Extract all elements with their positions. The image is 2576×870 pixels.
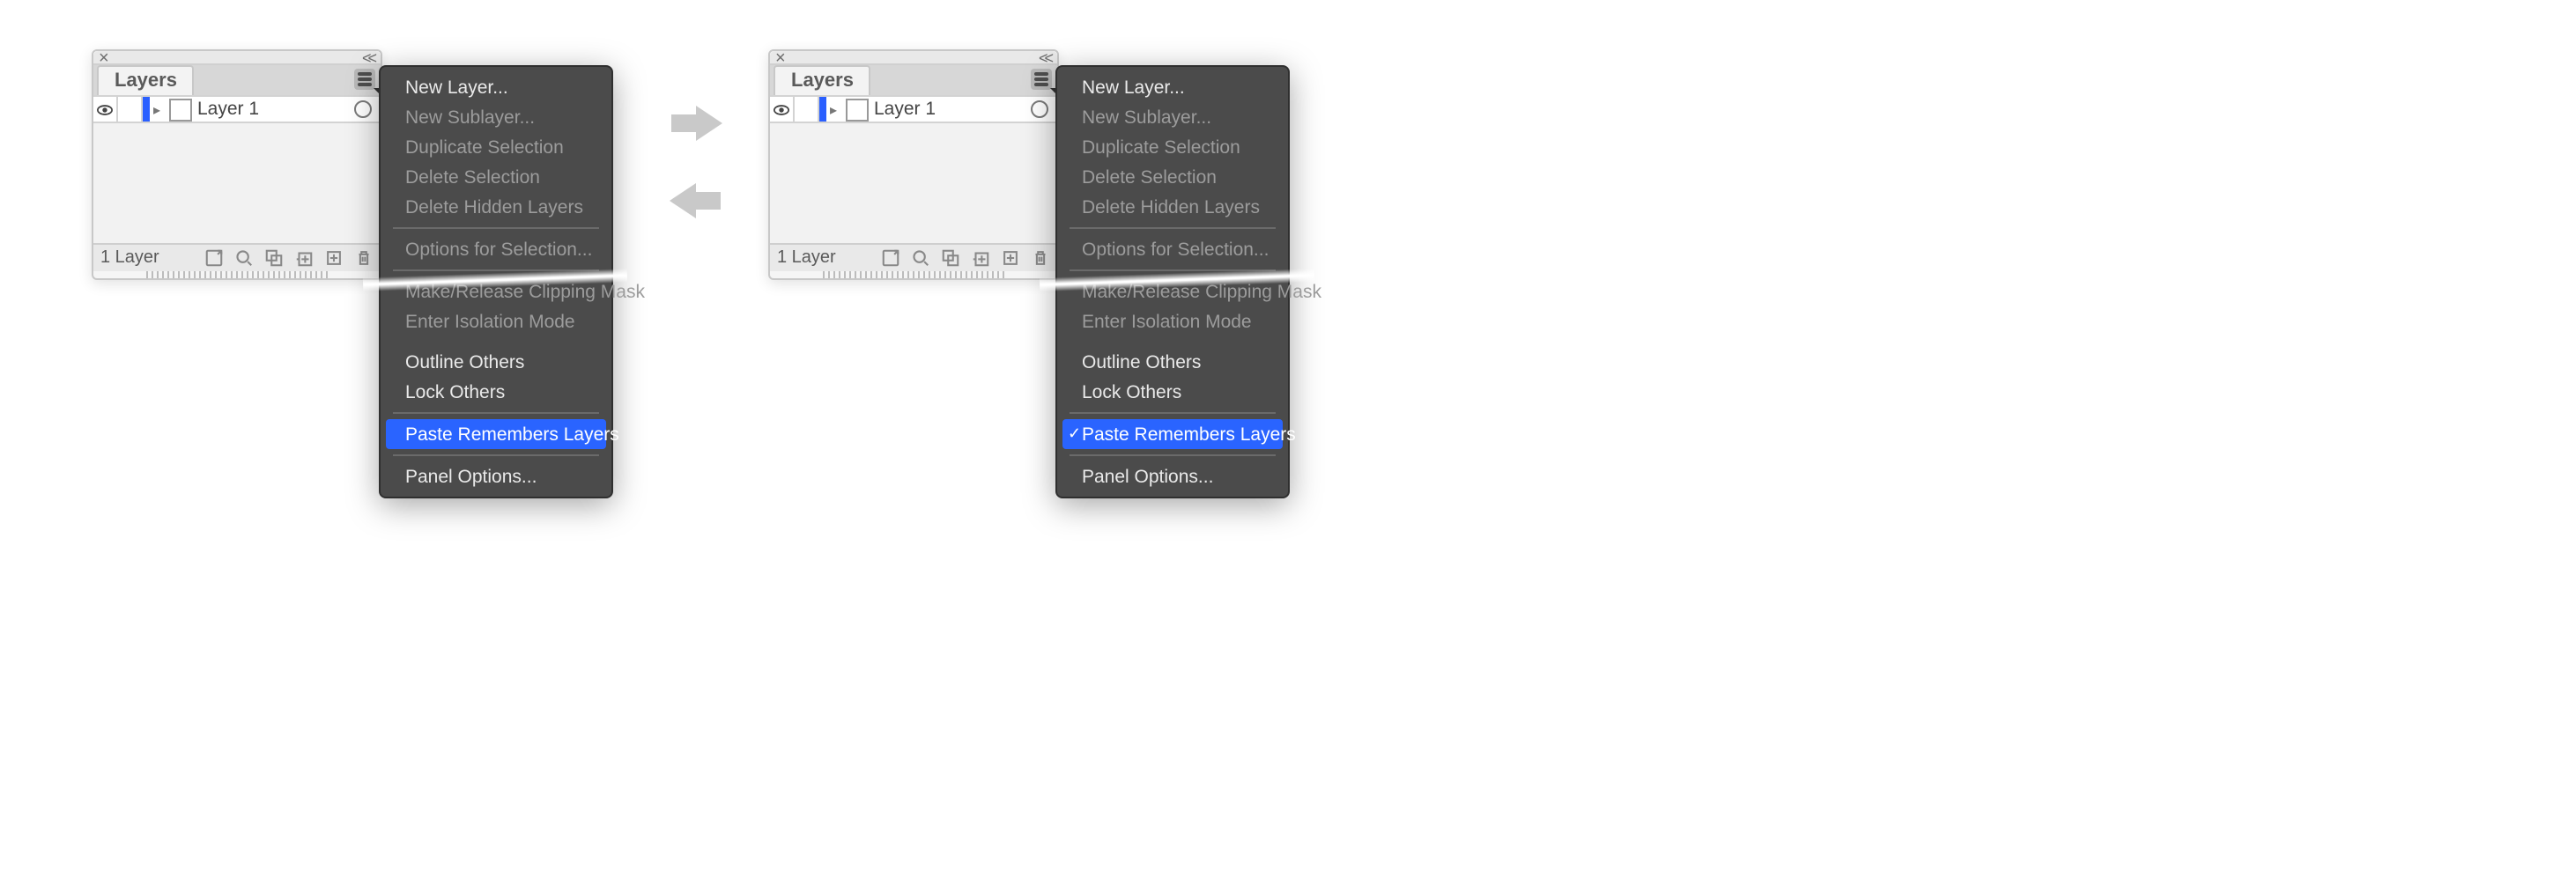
layer-color bbox=[143, 97, 150, 122]
panel-body bbox=[93, 123, 381, 243]
resize-grip[interactable] bbox=[146, 271, 328, 278]
expand-icon[interactable]: ▸ bbox=[826, 101, 840, 117]
tab-layers[interactable]: Layers bbox=[97, 65, 195, 95]
panel-titlebar[interactable]: × << bbox=[93, 51, 381, 65]
menu-new-sublayer: New Sublayer... bbox=[381, 102, 611, 132]
menu-paste-remembers-layers[interactable]: Paste Remembers Layers bbox=[386, 419, 606, 449]
layer-row[interactable]: ▸ Layer 1 bbox=[770, 95, 1057, 123]
layer-count: 1 Layer bbox=[100, 248, 194, 268]
menu-delete-hidden-layers: Delete Hidden Layers bbox=[1057, 192, 1288, 222]
locate-object-icon[interactable] bbox=[203, 247, 224, 269]
target-icon[interactable] bbox=[354, 100, 372, 118]
menu-lock-others[interactable]: Lock Others bbox=[381, 377, 611, 407]
layers-panel: × << Layers ▸ Layer 1 1 Layer bbox=[92, 49, 382, 280]
menu-separator bbox=[1070, 227, 1276, 229]
menu-new-layer[interactable]: New Layer... bbox=[381, 72, 611, 102]
check-icon: ✓ bbox=[1068, 424, 1081, 444]
new-layer-icon[interactable] bbox=[999, 247, 1020, 269]
collapse-icon[interactable]: << bbox=[362, 49, 374, 67]
tab-layers[interactable]: Layers bbox=[774, 65, 871, 95]
resize-grip[interactable] bbox=[823, 271, 1004, 278]
visibility-icon[interactable] bbox=[770, 97, 795, 122]
trash-icon[interactable] bbox=[1029, 247, 1050, 269]
panel-footer: 1 Layer bbox=[93, 243, 381, 271]
panel-menu-icon[interactable] bbox=[354, 69, 375, 90]
menu-separator bbox=[1070, 454, 1276, 456]
menu-separator bbox=[393, 454, 599, 456]
menu-delete-selection: Delete Selection bbox=[1057, 162, 1288, 192]
search-icon[interactable] bbox=[909, 247, 930, 269]
lock-column[interactable] bbox=[118, 97, 143, 122]
menu-options-for-selection: Options for Selection... bbox=[381, 234, 611, 264]
menu-panel-options[interactable]: Panel Options... bbox=[1057, 461, 1288, 491]
menu-delete-hidden-layers: Delete Hidden Layers bbox=[381, 192, 611, 222]
menu-delete-selection: Delete Selection bbox=[381, 162, 611, 192]
locate-object-icon[interactable] bbox=[879, 247, 900, 269]
layer-count: 1 Layer bbox=[777, 248, 870, 268]
visibility-icon[interactable] bbox=[93, 97, 118, 122]
search-icon[interactable] bbox=[233, 247, 254, 269]
menu-duplicate-selection: Duplicate Selection bbox=[381, 132, 611, 162]
menu-separator bbox=[393, 227, 599, 229]
panel-menu-icon[interactable] bbox=[1031, 69, 1052, 90]
menu-label: Paste Remembers Layers bbox=[1082, 424, 1296, 445]
menu-options-for-selection: Options for Selection... bbox=[1057, 234, 1288, 264]
clipping-mask-icon[interactable] bbox=[263, 247, 284, 269]
arrow-right-icon bbox=[696, 106, 722, 141]
target-icon[interactable] bbox=[1031, 100, 1048, 118]
panel-footer: 1 Layer bbox=[770, 243, 1057, 271]
layer-thumbnail[interactable] bbox=[846, 98, 869, 121]
layers-panel: × << Layers ▸ Layer 1 1 Layer bbox=[768, 49, 1059, 280]
panel-titlebar[interactable]: × << bbox=[770, 51, 1057, 65]
layer-name[interactable]: Layer 1 bbox=[874, 99, 936, 120]
layer-color bbox=[819, 97, 826, 122]
trash-icon[interactable] bbox=[352, 247, 374, 269]
arrow-left-icon bbox=[670, 183, 696, 218]
expand-icon[interactable]: ▸ bbox=[150, 101, 164, 117]
menu-panel-options[interactable]: Panel Options... bbox=[381, 461, 611, 491]
menu-separator bbox=[1070, 412, 1276, 414]
menu-separator bbox=[393, 412, 599, 414]
menu-paste-remembers-layers[interactable]: ✓Paste Remembers Layers bbox=[1062, 419, 1283, 449]
new-layer-icon[interactable] bbox=[322, 247, 344, 269]
new-sublayer-icon[interactable] bbox=[969, 247, 990, 269]
new-sublayer-icon[interactable] bbox=[292, 247, 314, 269]
menu-outline-others[interactable]: Outline Others bbox=[381, 347, 611, 377]
menu-new-sublayer: New Sublayer... bbox=[1057, 102, 1288, 132]
panel-body bbox=[770, 123, 1057, 243]
lock-column[interactable] bbox=[795, 97, 819, 122]
menu-enter-isolation: Enter Isolation Mode bbox=[1057, 306, 1288, 336]
layer-thumbnail[interactable] bbox=[169, 98, 192, 121]
clipping-mask-icon[interactable] bbox=[939, 247, 960, 269]
menu-new-layer[interactable]: New Layer... bbox=[1057, 72, 1288, 102]
menu-duplicate-selection: Duplicate Selection bbox=[1057, 132, 1288, 162]
layer-name[interactable]: Layer 1 bbox=[197, 99, 259, 120]
menu-enter-isolation: Enter Isolation Mode bbox=[381, 306, 611, 336]
menu-lock-others[interactable]: Lock Others bbox=[1057, 377, 1288, 407]
layer-row[interactable]: ▸ Layer 1 bbox=[93, 95, 381, 123]
menu-outline-others[interactable]: Outline Others bbox=[1057, 347, 1288, 377]
collapse-icon[interactable]: << bbox=[1039, 49, 1050, 67]
